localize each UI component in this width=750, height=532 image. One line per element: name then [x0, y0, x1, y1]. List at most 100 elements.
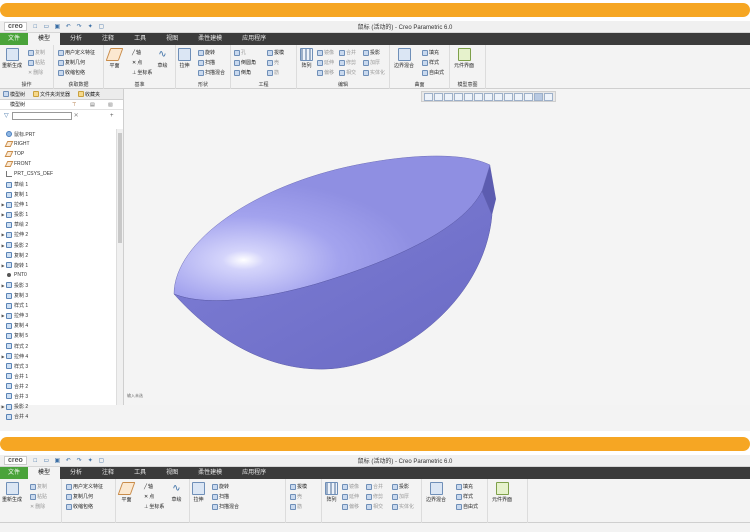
csys-button[interactable]: ⊥ 坐标系: [144, 503, 164, 511]
tab-analysis[interactable]: 分析: [60, 33, 92, 45]
offset-button[interactable]: 偏移: [342, 503, 359, 510]
extend-button[interactable]: 延伸: [342, 493, 359, 500]
fill-button[interactable]: 填充: [422, 49, 439, 56]
delete-button[interactable]: ✕ 删除: [28, 69, 43, 77]
style-button[interactable]: 样式: [456, 493, 473, 500]
thicken-button[interactable]: 加厚: [392, 493, 409, 500]
boundary-blend-button[interactable]: 边界混合: [394, 48, 414, 69]
tree-item[interactable]: ▶ 旋转 1: [0, 260, 116, 270]
plane-button[interactable]: 平面: [105, 48, 124, 69]
tree-item[interactable]: 复制 1: [0, 190, 116, 200]
mirror-button[interactable]: 镜像: [317, 49, 334, 56]
freestyle-button[interactable]: 自由式: [422, 69, 444, 76]
tab-applications[interactable]: 应用程序: [232, 33, 276, 45]
boundary-blend-button[interactable]: 边界混合: [426, 482, 446, 503]
swept-blend-button[interactable]: 扫描混合: [198, 69, 225, 76]
graphics-window[interactable]: 输入未选: [124, 89, 750, 405]
tree-item[interactable]: RIGHT: [0, 139, 116, 149]
swept-blend-button[interactable]: 扫描混合: [212, 503, 239, 510]
thicken-button[interactable]: 加厚: [363, 59, 380, 66]
tab-file[interactable]: 文件: [0, 33, 29, 45]
delete-button[interactable]: ✕ 删除: [30, 503, 45, 511]
intersect-button[interactable]: 相交: [366, 503, 383, 510]
regenerate-button[interactable]: 重新生成: [2, 482, 22, 503]
draft-button[interactable]: 拔模: [267, 49, 284, 56]
save-icon[interactable]: ▣: [53, 457, 62, 465]
add-column-icon[interactable]: +: [110, 113, 114, 119]
revolve-button[interactable]: 旋转: [212, 483, 229, 490]
tree-item[interactable]: ▶ 拉伸 2: [0, 230, 116, 240]
tree-item[interactable]: 合并 4: [0, 412, 116, 422]
mirror-button[interactable]: 镜像: [342, 483, 359, 490]
sketch-button[interactable]: ∿ 草绘: [156, 48, 169, 69]
tree-item[interactable]: TOP: [0, 149, 116, 159]
tree-settings-icon[interactable]: ⊤: [72, 102, 76, 108]
tree-item[interactable]: PRT_CSYS_DEF: [0, 169, 116, 179]
extrude-button[interactable]: 拉伸: [192, 482, 205, 503]
tree-item[interactable]: ▶ 投影 3: [0, 280, 116, 290]
tab-tools[interactable]: 工具: [124, 33, 156, 45]
undo-icon[interactable]: ↶: [64, 457, 73, 465]
rib-button[interactable]: 筋: [267, 69, 279, 76]
tree-item[interactable]: PNT0: [0, 270, 116, 280]
regenerate-button[interactable]: 重新生成: [2, 48, 22, 69]
style-button[interactable]: 样式: [422, 59, 439, 66]
sweep-button[interactable]: 扫描: [212, 493, 229, 500]
tab-file[interactable]: 文件: [0, 467, 29, 479]
tab-analysis[interactable]: 分析: [60, 467, 92, 479]
project-button[interactable]: 投影: [363, 49, 380, 56]
tab-flexible-modeling[interactable]: 柔性建模: [188, 467, 232, 479]
tree-item[interactable]: 样式 3: [0, 361, 116, 371]
draft-button[interactable]: 拔模: [290, 483, 307, 490]
tree-item[interactable]: 复制 4: [0, 321, 116, 331]
tab-folder-browser[interactable]: 文件夹浏览器: [33, 91, 70, 98]
tree-scrollbar[interactable]: [116, 129, 123, 405]
axis-button[interactable]: ╱ 轴: [144, 483, 153, 491]
windows-icon[interactable]: ▢: [97, 23, 106, 31]
redo-icon[interactable]: ↷: [75, 23, 84, 31]
shell-button[interactable]: 壳: [267, 59, 279, 66]
open-folder-icon[interactable]: ▭: [42, 457, 51, 465]
tab-flexible-modeling[interactable]: 柔性建模: [188, 33, 232, 45]
tree-item[interactable]: 鼠标.PRT: [0, 129, 116, 139]
tab-annotate[interactable]: 注释: [92, 467, 124, 479]
tree-show-icon[interactable]: ▧: [108, 102, 113, 108]
tree-item[interactable]: ▶ 投影 2: [0, 402, 116, 412]
save-icon[interactable]: ▣: [53, 23, 62, 31]
tree-item[interactable]: ▶ 拉伸 3: [0, 311, 116, 321]
shell-button[interactable]: 壳: [290, 493, 302, 500]
merge-button[interactable]: 合并: [366, 483, 383, 490]
round-button[interactable]: 倒圆角: [234, 59, 256, 66]
copy-button[interactable]: 复制: [28, 49, 45, 56]
shrinkwrap-button[interactable]: 收缩包络: [58, 69, 85, 76]
tree-item[interactable]: 草绘 2: [0, 220, 116, 230]
paste-button[interactable]: 粘贴: [30, 493, 47, 500]
tab-view[interactable]: 视图: [156, 467, 188, 479]
udf-button[interactable]: 用户定义特征: [66, 483, 103, 490]
csys-button[interactable]: ⊥ 坐标系: [132, 69, 152, 77]
undo-icon[interactable]: ↶: [64, 23, 73, 31]
tab-annotate[interactable]: 注释: [92, 33, 124, 45]
tree-search-input[interactable]: [11, 111, 72, 120]
open-folder-icon[interactable]: ▭: [42, 23, 51, 31]
pattern-button[interactable]: 阵列: [300, 48, 313, 69]
intersect-button[interactable]: 相交: [339, 69, 356, 76]
tree-scrollbar-thumb[interactable]: [118, 133, 122, 243]
tree-columns-icon[interactable]: ▤: [90, 102, 95, 108]
tree-item[interactable]: 复制 5: [0, 331, 116, 341]
tree-item[interactable]: FRONT: [0, 159, 116, 169]
tree-item[interactable]: 样式 2: [0, 341, 116, 351]
new-file-icon[interactable]: □: [31, 23, 40, 31]
tree-item[interactable]: 合并 3: [0, 391, 116, 401]
copy-geometry-button[interactable]: 复制几何: [58, 59, 85, 66]
tab-model-tree[interactable]: 模型树: [3, 91, 25, 98]
solidify-button[interactable]: 实体化: [392, 503, 414, 510]
tree-item[interactable]: ▶ 投影 2: [0, 240, 116, 250]
tree-item[interactable]: 样式 1: [0, 301, 116, 311]
plane-button[interactable]: 平面: [117, 482, 136, 503]
regenerate-icon[interactable]: ✦: [86, 457, 95, 465]
merge-button[interactable]: 合并: [339, 49, 356, 56]
offset-button[interactable]: 偏移: [317, 69, 334, 76]
tab-favorites[interactable]: 收藏夹: [78, 91, 100, 98]
tree-item[interactable]: 复制 3: [0, 291, 116, 301]
